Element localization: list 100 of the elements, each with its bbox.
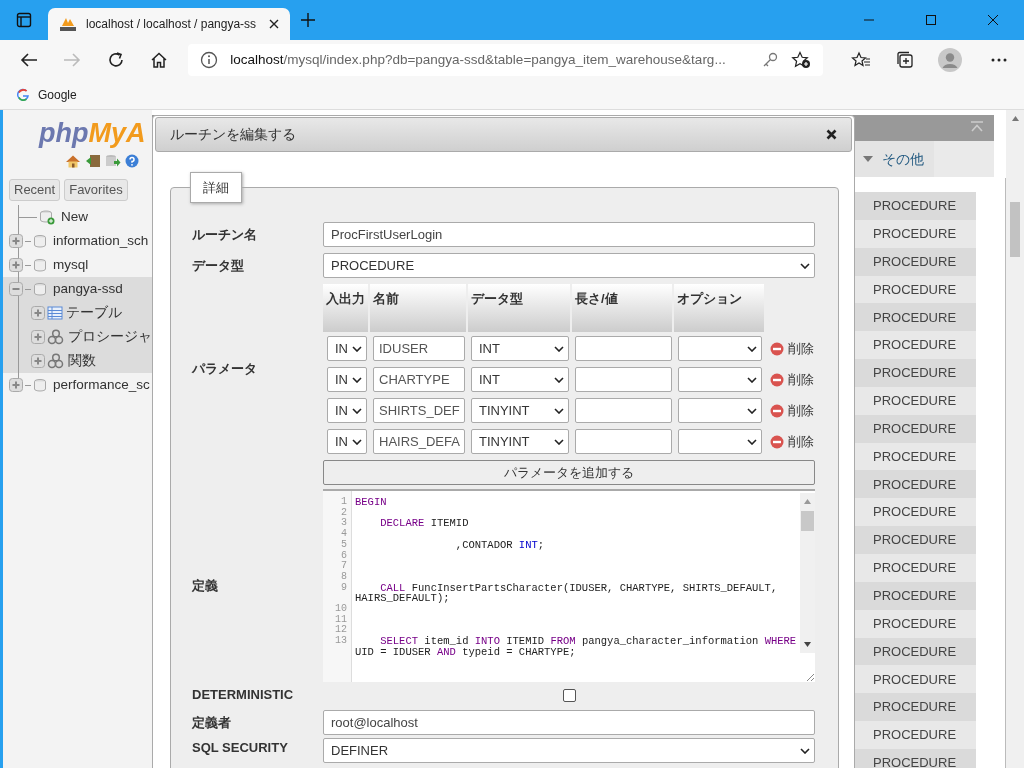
bookmark-link[interactable]: Google bbox=[16, 82, 77, 107]
scrollbar-thumb[interactable] bbox=[801, 511, 814, 531]
collapse-top-icon[interactable] bbox=[970, 120, 984, 134]
pma-favicon-icon bbox=[58, 16, 78, 32]
text-field[interactable]: ProcFirstUserLogin bbox=[323, 222, 815, 247]
table-cell-text: PROCEDURE bbox=[873, 559, 957, 578]
chevron-down-icon bbox=[352, 345, 362, 352]
sidebar-tab[interactable]: Recent bbox=[9, 179, 61, 201]
type-select[interactable]: TINYINT bbox=[471, 398, 569, 423]
exit-icon[interactable] bbox=[85, 154, 101, 168]
back-icon[interactable] bbox=[19, 51, 38, 69]
database-icon bbox=[33, 378, 47, 392]
gears-icon bbox=[47, 353, 65, 369]
google-icon bbox=[16, 87, 30, 102]
close-icon[interactable] bbox=[826, 129, 837, 140]
add-favorite-icon[interactable] bbox=[790, 51, 811, 69]
resize-grip-icon[interactable] bbox=[806, 673, 814, 681]
remove-link[interactable]: 削除 bbox=[770, 400, 814, 421]
text-field[interactable] bbox=[575, 336, 672, 361]
database-tree-item[interactable]: mysql bbox=[53, 254, 89, 276]
text-field[interactable] bbox=[575, 398, 672, 423]
database-tree-item[interactable]: 関数 bbox=[68, 350, 96, 372]
options-select[interactable] bbox=[678, 398, 762, 423]
text-field[interactable]: root@localhost bbox=[323, 710, 815, 735]
table-cell-text: PROCEDURE bbox=[873, 642, 957, 661]
text-field[interactable] bbox=[575, 367, 672, 392]
checkbox[interactable] bbox=[562, 688, 576, 702]
database-arrow-icon[interactable] bbox=[105, 154, 121, 168]
expand-icon[interactable] bbox=[31, 306, 45, 320]
text-field[interactable]: HAIRS_DEFA bbox=[373, 429, 465, 454]
chevron-down-icon bbox=[747, 345, 757, 352]
expand-icon[interactable] bbox=[9, 378, 23, 392]
help-icon[interactable] bbox=[125, 154, 139, 168]
chevron-down-icon bbox=[352, 376, 362, 383]
type-select[interactable]: PROCEDURE bbox=[323, 253, 815, 278]
remove-link[interactable]: 削除 bbox=[770, 369, 814, 390]
new-tab-icon[interactable] bbox=[300, 12, 316, 28]
more-icon[interactable] bbox=[991, 58, 1008, 62]
table-cell-text: PROCEDURE bbox=[873, 531, 957, 550]
favorites-icon[interactable] bbox=[850, 51, 871, 69]
type-select[interactable]: INT bbox=[471, 336, 569, 361]
collapse-icon[interactable] bbox=[9, 282, 23, 296]
type-select[interactable]: INT bbox=[471, 367, 569, 392]
direction-select[interactable]: IN bbox=[327, 367, 367, 392]
collections-icon[interactable] bbox=[894, 51, 915, 69]
text-field[interactable]: SHIRTS_DEF bbox=[373, 398, 465, 423]
type-select[interactable]: TINYINT bbox=[471, 429, 569, 454]
remove-link[interactable]: 削除 bbox=[770, 431, 814, 452]
text-field[interactable] bbox=[575, 429, 672, 454]
column-header: 長さ/値 bbox=[572, 284, 672, 332]
text-field[interactable]: IDUSER bbox=[373, 336, 465, 361]
database-tree-item[interactable]: information_sch bbox=[53, 230, 149, 252]
table-cell-text: PROCEDURE bbox=[873, 475, 957, 494]
refresh-icon[interactable] bbox=[106, 51, 125, 69]
database-icon bbox=[33, 258, 47, 272]
chevron-down-icon bbox=[554, 345, 564, 352]
table-cell-text: PROCEDURE bbox=[873, 280, 957, 299]
expand-icon[interactable] bbox=[9, 234, 23, 248]
expand-icon[interactable] bbox=[31, 354, 45, 368]
new-database-icon[interactable] bbox=[39, 209, 55, 225]
line-number: 3 bbox=[340, 518, 347, 529]
database-tree-item[interactable]: performance_sc bbox=[53, 374, 150, 396]
database-tree-item[interactable]: pangya-ssd bbox=[53, 278, 123, 300]
options-select[interactable] bbox=[678, 367, 762, 392]
field-label: データ型 bbox=[192, 256, 245, 275]
expand-icon[interactable] bbox=[9, 258, 23, 272]
table-cell-text: PROCEDURE bbox=[873, 225, 957, 243]
field-label: 定義 bbox=[192, 576, 219, 595]
profile-avatar-icon[interactable] bbox=[938, 48, 963, 72]
options-select[interactable] bbox=[678, 336, 762, 361]
table-cell-text: PROCEDURE bbox=[873, 447, 957, 466]
scrollbar[interactable] bbox=[1006, 110, 1024, 768]
remove-link[interactable]: 削除 bbox=[770, 338, 814, 359]
database-tree-item[interactable]: プロシージャ bbox=[68, 326, 152, 348]
database-icon bbox=[33, 282, 47, 296]
line-number: 8 bbox=[340, 571, 347, 583]
direction-select[interactable]: IN bbox=[327, 336, 367, 361]
home-icon[interactable] bbox=[150, 51, 169, 69]
scrollbar-thumb[interactable] bbox=[1010, 202, 1020, 257]
database-tree-item[interactable]: New bbox=[61, 206, 88, 228]
browser-tab[interactable]: localhost / localhost / pangya-ss bbox=[48, 8, 290, 40]
close-window-icon[interactable] bbox=[987, 14, 999, 26]
direction-select[interactable]: IN bbox=[327, 429, 367, 454]
close-icon[interactable] bbox=[268, 18, 280, 30]
tab-actions-icon[interactable] bbox=[16, 12, 32, 28]
code-editor[interactable] bbox=[323, 489, 815, 682]
direction-select[interactable]: IN bbox=[327, 398, 367, 423]
line-number: 7 bbox=[340, 561, 347, 572]
tab-title: localhost / localhost / pangya-ss bbox=[86, 16, 258, 33]
text-field[interactable]: CHARTYPE bbox=[373, 367, 465, 392]
security-select[interactable]: DEFINER bbox=[323, 738, 815, 763]
maximize-icon[interactable] bbox=[925, 14, 937, 26]
database-tree-item[interactable]: テーブル bbox=[66, 302, 122, 324]
address-bar[interactable]: localhost/mysql/index.php?db=pangya-ssd&table=pangya_item_warehouse&targ... bbox=[188, 44, 823, 76]
scrollbar[interactable] bbox=[800, 493, 815, 653]
gears-icon bbox=[47, 329, 65, 345]
sidebar-tab[interactable]: Favorites bbox=[64, 179, 128, 201]
options-select[interactable] bbox=[678, 429, 762, 454]
add-parameter-button[interactable]: パラメータを追加する bbox=[323, 460, 815, 486]
expand-icon[interactable] bbox=[31, 330, 45, 344]
